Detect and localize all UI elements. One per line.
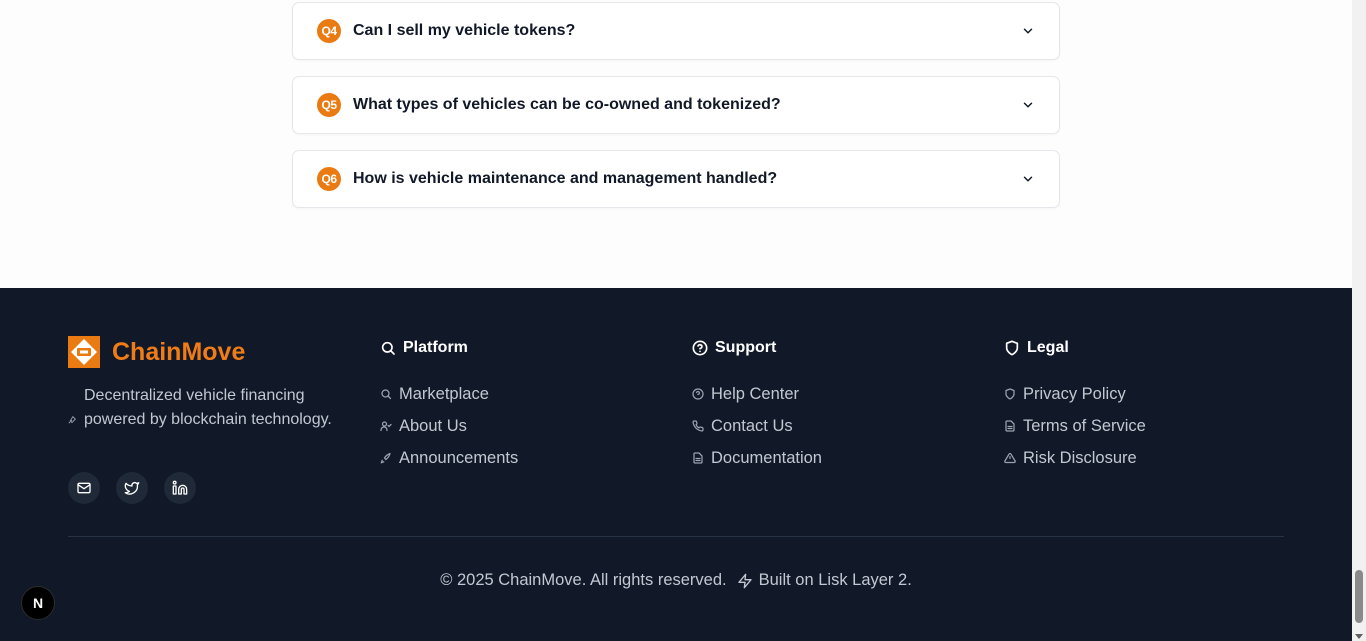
scroll-down-arrow-icon[interactable] [1355,634,1363,639]
footer-link-label: Privacy Policy [1023,384,1126,403]
footer-link-label: Terms of Service [1023,416,1146,435]
copyright-bar: © 2025 ChainMove. All rights reserved. B… [0,571,1352,590]
footer-link-help-center[interactable]: Help Center [692,378,822,410]
footer-link-terms-of-service[interactable]: Terms of Service [1004,410,1146,442]
footer-link-label: About Us [399,416,467,435]
faq-section: Q4 Can I sell my vehicle tokens? Q5 What… [0,0,1352,288]
brand-description: Decentralized vehicle financing powered … [84,387,332,428]
footer-link-risk-disclosure[interactable]: Risk Disclosure [1004,442,1146,474]
users-icon [380,421,392,432]
shield-icon [1005,340,1019,356]
faq-item-q4[interactable]: Q4 Can I sell my vehicle tokens? [292,2,1060,60]
column-heading: Platform [380,338,518,358]
faq-badge: Q4 [317,19,341,43]
search-icon [381,341,395,355]
mail-icon [77,482,91,494]
dev-badge-label: N [32,595,44,611]
column-title: Support [715,339,777,356]
twitter-icon [124,482,140,495]
faq-badge: Q6 [317,167,341,191]
brand[interactable]: ChainMove [68,336,245,368]
rocket-icon [68,415,77,424]
shield-icon [1005,388,1015,400]
footer-link-label: Announcements [399,448,519,467]
footer-link-label: Help Center [711,384,800,403]
faq-item-q6[interactable]: Q6 How is vehicle maintenance and manage… [292,150,1060,208]
linkedin-button[interactable] [164,472,196,504]
file-icon [693,452,703,464]
social-links [68,472,196,504]
dev-tools-badge[interactable]: N [21,586,55,620]
search-icon [381,389,392,400]
rocket-icon [380,452,391,464]
file-icon [1005,420,1015,432]
column-heading: Support [692,338,822,358]
chainmove-logo-icon [68,336,100,368]
faq-question: Can I sell my vehicle tokens? [353,22,576,39]
alert-triangle-icon [1004,452,1016,464]
footer-link-label: Contact Us [711,416,793,435]
faq-question: What types of vehicles can be co-owned a… [353,96,781,113]
footer-link-announcements[interactable]: Announcements [380,442,518,474]
mail-button[interactable] [68,472,100,504]
chevron-down-icon[interactable] [1021,24,1035,38]
column-title: Legal [1027,339,1069,356]
footer-column-legal: Legal Privacy Policy Terms of Service Ri… [1004,338,1146,474]
footer-link-label: Marketplace [399,384,489,403]
column-title: Platform [403,339,468,356]
footer-link-label: Risk Disclosure [1023,448,1137,467]
page-scrollbar[interactable] [1352,0,1366,641]
copyright-text: © 2025 ChainMove. All rights reserved. [440,571,727,589]
site-footer: ChainMove Decentralized vehicle financin… [0,288,1352,641]
footer-link-label: Documentation [711,448,822,467]
linkedin-icon [172,480,188,495]
footer-column-platform: Platform Marketplace About Us Announceme… [380,338,518,474]
footer-link-privacy-policy[interactable]: Privacy Policy [1004,378,1146,410]
footer-link-about-us[interactable]: About Us [380,410,518,442]
chevron-down-icon[interactable] [1021,98,1035,112]
faq-badge: Q5 [317,93,341,117]
footer-column-support: Support Help Center Contact Us Documenta… [692,338,822,474]
phone-icon [692,420,704,432]
help-circle-icon [692,388,704,400]
lightning-icon [737,573,752,588]
help-circle-icon [692,340,708,356]
faq-item-q5[interactable]: Q5 What types of vehicles can be co-owne… [292,76,1060,134]
built-on-text: Built on Lisk Layer 2. [758,571,912,589]
brand-name: ChainMove [112,337,246,366]
twitter-button[interactable] [116,472,148,504]
chevron-down-icon[interactable] [1021,172,1035,186]
column-heading: Legal [1004,338,1146,358]
footer-link-contact-us[interactable]: Contact Us [692,410,822,442]
scrollbar-thumb[interactable] [1355,570,1363,623]
faq-question: How is vehicle maintenance and managemen… [353,170,778,187]
footer-link-marketplace[interactable]: Marketplace [380,378,518,410]
footer-divider [68,536,1284,537]
footer-link-documentation[interactable]: Documentation [692,442,822,474]
